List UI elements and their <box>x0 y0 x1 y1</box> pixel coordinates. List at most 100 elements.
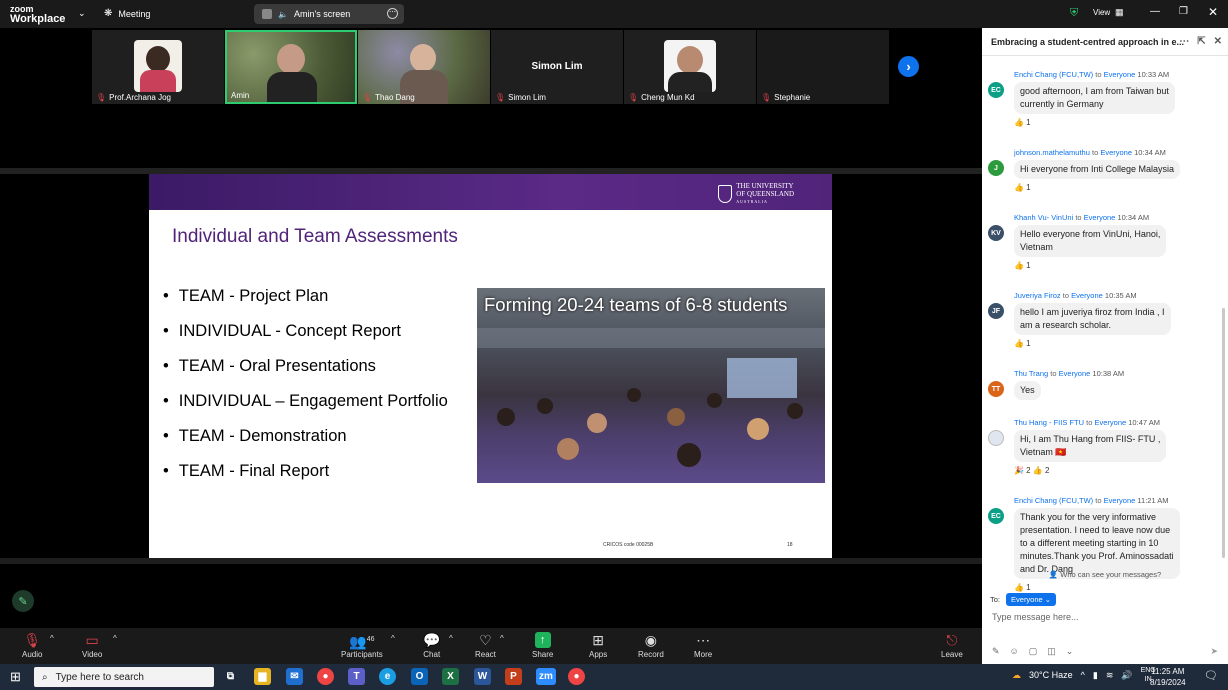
audio-options-caret[interactable]: ^ <box>50 634 54 643</box>
send-icon[interactable]: ➤ <box>1210 646 1218 657</box>
edge-icon[interactable]: e <box>379 668 396 685</box>
react-button[interactable]: ♡ React <box>475 632 496 659</box>
screen-share-indicator[interactable]: 🔈 Amin's screen ⋯ <box>254 4 404 24</box>
task-view-icon[interactable]: ⧉ <box>222 668 239 685</box>
video-button[interactable]: ▭ Video <box>82 632 102 659</box>
teams-icon[interactable]: T <box>348 668 365 685</box>
message-input[interactable]: Type message here... <box>992 612 1079 622</box>
chrome-icon[interactable]: ● <box>317 668 334 685</box>
sender-name[interactable]: johnson.mathelamuthu <box>1014 148 1090 157</box>
more-button[interactable]: ⋯ More <box>694 632 712 659</box>
chat-title: Embracing a student-centred approach in … <box>991 36 1185 47</box>
close-icon[interactable]: ✕ <box>1214 36 1222 47</box>
avatar[interactable]: EC <box>988 82 1004 98</box>
sender-name[interactable]: Khanh Vu- VinUni <box>1014 213 1073 222</box>
outlook-icon[interactable]: O <box>411 668 428 685</box>
grid-icon[interactable]: ▦ <box>1115 7 1124 18</box>
reaction-badge[interactable]: 👍 1 <box>1014 583 1031 592</box>
to-word: to <box>1095 70 1102 79</box>
shield-icon[interactable]: ⛨ <box>1070 7 1078 20</box>
mic-muted-icon: 🎙 <box>761 93 772 102</box>
share-button[interactable]: ↑ Share <box>532 632 553 659</box>
minimize-icon[interactable]: — <box>1150 6 1160 17</box>
recipient-dropdown[interactable]: Everyone ⌄ <box>1006 593 1057 606</box>
avatar[interactable]: TT <box>988 381 1004 397</box>
meeting-menu[interactable]: ❋ Meeting <box>104 8 150 19</box>
sender-name[interactable]: Enchi Chang (FCU,TW) <box>1014 496 1093 505</box>
leave-button[interactable]: ⎋ Leave <box>941 632 963 659</box>
more-options-icon[interactable]: ⋯ <box>1179 36 1189 47</box>
word-icon[interactable]: W <box>474 668 491 685</box>
chat-options-caret[interactable]: ^ <box>449 634 453 643</box>
volume-icon[interactable]: 🔊 <box>1121 670 1132 681</box>
powerpoint-icon[interactable]: P <box>505 668 522 685</box>
participants-options-caret[interactable]: ^ <box>391 634 395 643</box>
reaction-badge[interactable]: 👍 1 <box>1014 183 1031 192</box>
participant-tile[interactable]: 🎙 Prof.Archana Jog <box>92 30 224 104</box>
participants-icon: 👥46 <box>349 633 375 650</box>
windows-start-icon[interactable]: ⊞ <box>10 669 21 685</box>
chevron-down-icon[interactable]: ⌄ <box>1066 646 1074 657</box>
wifi-icon[interactable]: ≋ <box>1106 670 1114 681</box>
sender-name[interactable]: Enchi Chang (FCU,TW) <box>1014 70 1093 79</box>
view-button[interactable]: View <box>1093 8 1110 17</box>
mic-muted-icon: 🎙 <box>23 632 42 648</box>
mic-muted-icon: 🎙 <box>628 93 639 102</box>
mail-icon[interactable]: ✉ <box>286 668 303 685</box>
avatar[interactable]: JF <box>988 303 1004 319</box>
next-page-button[interactable]: › <box>898 56 919 77</box>
battery-icon[interactable]: ▮ <box>1093 670 1098 681</box>
sender-name[interactable]: Thu Hang - FIIS FTU <box>1014 418 1084 427</box>
file-icon[interactable]: ▢ <box>1029 646 1038 657</box>
avatar[interactable]: J <box>988 160 1004 176</box>
react-options-caret[interactable]: ^ <box>500 634 504 643</box>
screenshot-icon[interactable]: ◫ <box>1047 646 1056 657</box>
chat-scrollbar[interactable] <box>1222 308 1225 558</box>
taskbar-clock[interactable]: 11:25 AM 8/19/2024 <box>1150 666 1186 688</box>
avatar[interactable]: EC <box>988 508 1004 524</box>
zoom-taskbar-icon[interactable]: zm <box>536 668 556 685</box>
audio-button[interactable]: 🎙 Audio <box>22 632 42 659</box>
pop-out-icon[interactable]: ⇱ <box>1197 36 1205 47</box>
weather-text[interactable]: 30°C Haze <box>1029 670 1073 680</box>
participant-video <box>664 40 716 92</box>
participants-button[interactable]: 👥46 Participants <box>341 632 383 659</box>
participant-tile[interactable]: 🎙 Thao Dang <box>358 30 490 104</box>
participant-tile[interactable]: Simon Lim 🎙 Simon Lim <box>491 30 623 104</box>
zoom-window: zoom Workplace ⌄ ❋ Meeting 🔈 Amin's scre… <box>0 0 1228 690</box>
video-gallery: 🎙 Prof.Archana Jog Amin 🎙 Thao Dang Simon … <box>0 28 982 168</box>
avatar[interactable] <box>988 430 1004 446</box>
avatar[interactable]: KV <box>988 225 1004 241</box>
who-can-see-link[interactable]: 👤 Who can see your messages? <box>982 570 1228 579</box>
reaction-badge[interactable]: 👍 1 <box>1014 118 1031 127</box>
taskbar-search[interactable]: ⌕ Type here to search <box>34 667 214 687</box>
record-button[interactable]: ◉ Record <box>638 632 664 659</box>
chrome-profile-icon[interactable]: ● <box>568 668 585 685</box>
sender-name[interactable]: Juveriya Firoz <box>1014 291 1061 300</box>
reaction-badge[interactable]: 👍 1 <box>1014 261 1031 270</box>
chat-button[interactable]: 💬 Chat <box>423 632 440 659</box>
chevron-down-icon[interactable]: ⌄ <box>78 8 86 19</box>
more-options-icon[interactable]: ⋯ <box>387 8 398 19</box>
reaction-badge[interactable]: 🎉 2 👍 2 <box>1014 466 1050 475</box>
share-screen-icon: ↑ <box>534 632 551 648</box>
video-options-caret[interactable]: ^ <box>113 634 117 643</box>
close-icon[interactable]: ✕ <box>1208 5 1218 19</box>
participant-name: 🎙 Thao Dang <box>362 93 415 102</box>
maximize-icon[interactable]: ❐ <box>1179 6 1188 17</box>
notification-icon[interactable]: 🗨 <box>1204 669 1218 682</box>
participant-tile[interactable]: 🎙 Stephanie <box>757 30 889 104</box>
excel-icon[interactable]: X <box>442 668 459 685</box>
participant-video <box>410 44 436 72</box>
reaction-badge[interactable]: 👍 1 <box>1014 339 1031 348</box>
file-explorer-icon[interactable]: ▆ <box>254 668 271 685</box>
chevron-up-icon[interactable]: ^ <box>1081 670 1085 680</box>
sender-name[interactable]: Thu Trang <box>1014 369 1048 378</box>
mic-muted-icon: 🎙 <box>495 93 506 102</box>
annotate-pencil-icon[interactable]: ✎ <box>12 590 34 612</box>
format-icon[interactable]: ✎ <box>992 646 1000 657</box>
participant-tile-active-speaker[interactable]: Amin <box>225 30 357 104</box>
apps-button[interactable]: ⊞ Apps <box>589 632 607 659</box>
emoji-icon[interactable]: ☺ <box>1010 646 1019 657</box>
participant-tile[interactable]: 🎙 Cheng Mun Kd <box>624 30 756 104</box>
